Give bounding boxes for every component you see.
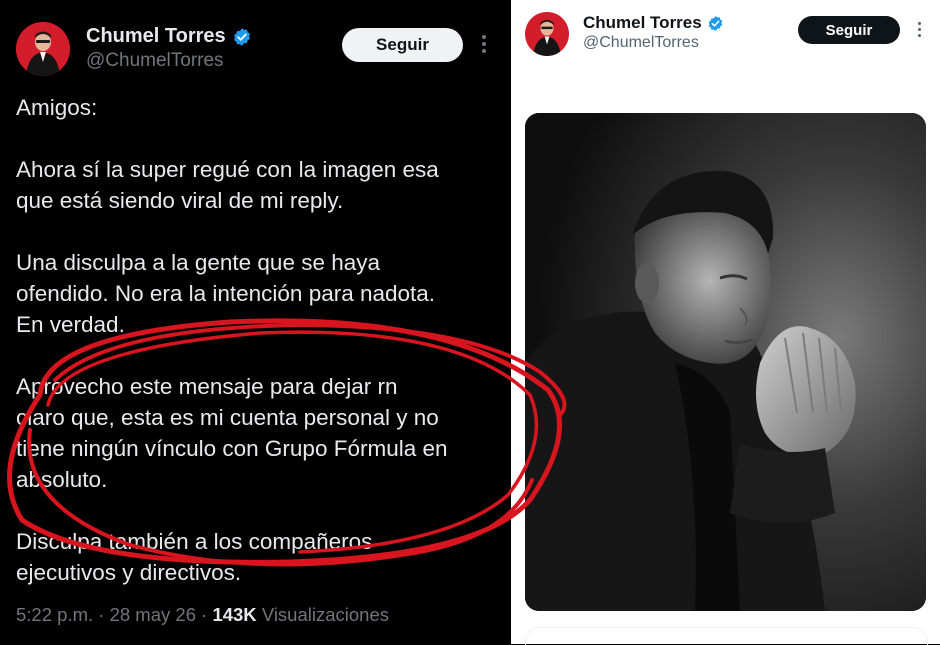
meta-separator: · bbox=[98, 604, 105, 625]
author-name-row[interactable]: Chumel Torres bbox=[86, 25, 252, 48]
author-name[interactable]: Chumel Torres bbox=[86, 25, 226, 48]
tweet-photo[interactable] bbox=[525, 113, 926, 611]
verified-badge-icon bbox=[233, 27, 250, 46]
tweet-text: Amigos: Ahora sí la super regué con la i… bbox=[16, 92, 506, 588]
left-tweet-panel: Chumel Torres @ChumelTorres Seguir Amigo… bbox=[0, 0, 511, 644]
tweet-paragraph: Aprovecho este mensaje para dejar rn cla… bbox=[16, 374, 448, 492]
tweet-paragraph: Disculpa también a los compañeros ejecut… bbox=[16, 529, 373, 585]
tweet-paragraph: Una disculpa a la gente que se haya ofen… bbox=[16, 250, 436, 337]
avatar[interactable] bbox=[16, 22, 70, 76]
tweet-paragraph: Ahora sí la super regué con la imagen es… bbox=[16, 157, 439, 213]
views-label: Visualizaciones bbox=[261, 604, 389, 625]
tweet-time[interactable]: 5:22 p.m. bbox=[16, 604, 93, 625]
author-name-row[interactable]: Chumel Torres bbox=[583, 13, 724, 33]
tweet-paragraph: Amigos: bbox=[16, 95, 98, 120]
next-card-edge bbox=[525, 627, 928, 645]
author-name[interactable]: Chumel Torres bbox=[583, 13, 702, 33]
tweet-meta: 5:22 p.m. · 28 may 26 · 143K Visualizaci… bbox=[16, 604, 389, 626]
follow-button[interactable]: Seguir bbox=[342, 28, 463, 62]
author-handle[interactable]: @ChumelTorres bbox=[583, 34, 699, 52]
more-options-icon[interactable] bbox=[478, 33, 490, 55]
views-count[interactable]: 143K bbox=[212, 604, 256, 625]
right-tweet-panel: Chumel Torres @ChumelTorres Seguir bbox=[511, 0, 940, 645]
verified-badge-icon bbox=[708, 15, 722, 31]
more-options-icon[interactable] bbox=[914, 20, 924, 40]
avatar[interactable] bbox=[525, 12, 569, 56]
meta-separator: · bbox=[201, 604, 208, 625]
follow-button[interactable]: Seguir bbox=[798, 16, 900, 44]
author-handle[interactable]: @ChumelTorres bbox=[86, 50, 224, 72]
tweet-date[interactable]: 28 may 26 bbox=[110, 604, 196, 625]
